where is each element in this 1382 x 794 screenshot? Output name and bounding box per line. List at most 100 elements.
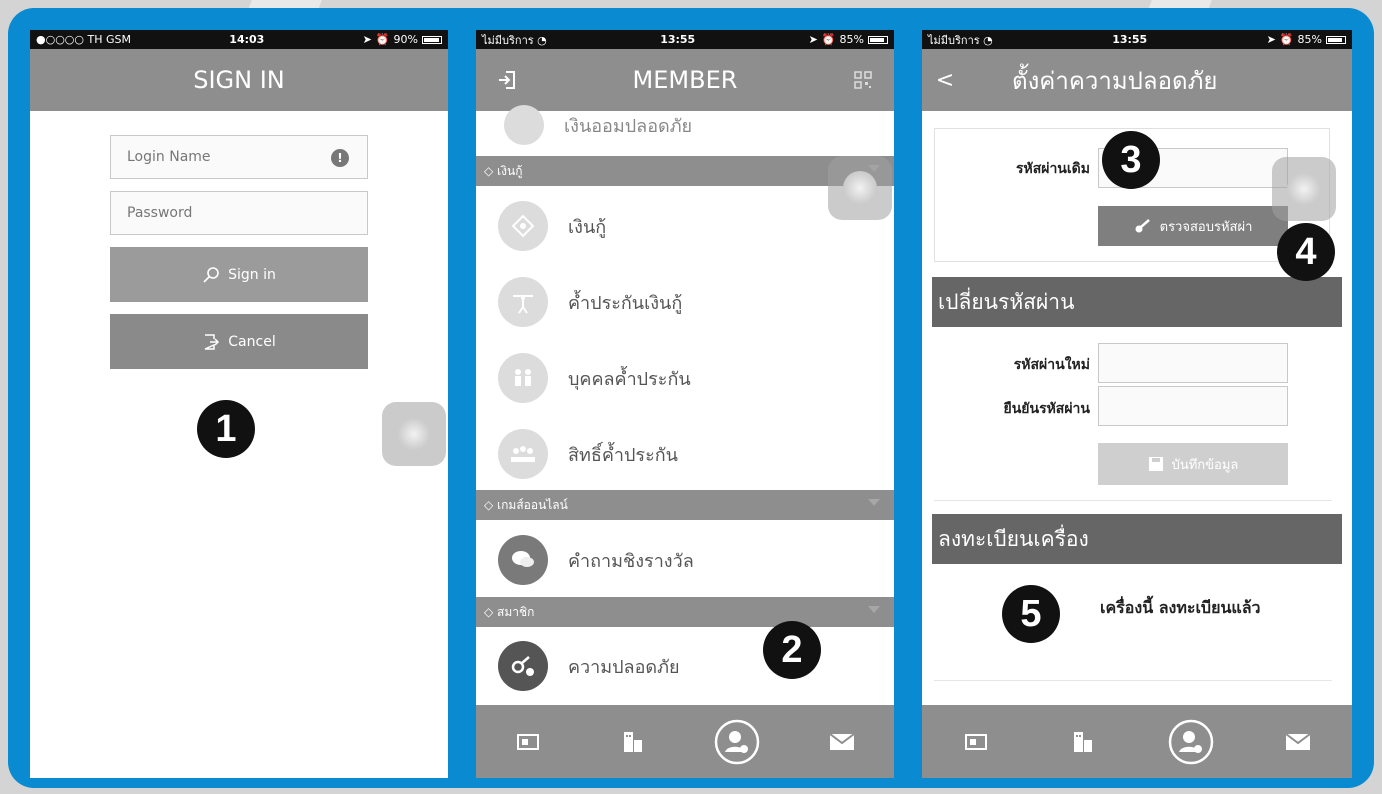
menu-item-label: ความปลอดภัย <box>568 656 680 678</box>
save-button[interactable]: บันทึกข้อมูล <box>1098 443 1288 485</box>
menu-item-savings[interactable]: เงินออมปลอดภัย <box>476 95 894 155</box>
chevron-down-icon <box>868 499 880 506</box>
cancel-button[interactable]: Cancel <box>110 314 368 369</box>
card-icon <box>517 733 540 750</box>
tab-card[interactable] <box>946 712 1006 772</box>
group-icon <box>498 429 548 479</box>
menu-item-loan-guarantee[interactable]: ค้ำประกันเงินกู้ <box>476 264 894 340</box>
sign-in-label: Sign in <box>228 266 276 283</box>
menu-item-label: เงินกู้ <box>568 216 607 238</box>
register-device-title: ลงทะเบียนเครื่อง <box>938 526 1089 551</box>
phone-security-settings: ไม่มีบริการ ◔ 13:55 ➤ ⏰ 85% < ตั้งค่าควา… <box>922 30 1352 778</box>
back-button[interactable]: < <box>930 49 960 111</box>
menu-item-label: เงินออมปลอดภัย <box>564 115 693 137</box>
page-title: ตั้งค่าความปลอดภัย <box>1012 66 1218 95</box>
section-header-games[interactable]: ◇ เกมส์ออนไลน์ <box>476 490 894 520</box>
battery-icon <box>1325 35 1346 44</box>
logout-icon <box>499 71 515 89</box>
search-icon <box>203 266 219 283</box>
clock: 13:55 <box>1112 33 1148 46</box>
nav-bar: SIGN IN <box>30 49 448 111</box>
phone-member: ไม่มีบริการ ◔ 13:55 ➤ ⏰ 85% MEMBER เงินอ… <box>476 30 894 778</box>
menu-item-label: คำถามชิงรางวัล <box>568 550 694 572</box>
location-icon: ➤ <box>808 33 818 46</box>
verify-password-button[interactable]: ตรวจสอบรหัสผ่า <box>1098 206 1288 246</box>
step-badge-4: 4 <box>1277 223 1335 281</box>
tab-profile[interactable] <box>1161 712 1221 772</box>
confirm-password-label: ยืนยันรหัสผ่าน <box>1003 401 1090 417</box>
carrier-text: ไม่มีบริการ ◔ <box>928 33 993 47</box>
cancel-label: Cancel <box>228 333 276 350</box>
battery-percent: 85% <box>839 33 864 46</box>
step-badge-1: 1 <box>197 400 255 458</box>
section-label: ◇ เกมส์ออนไลน์ <box>484 497 568 512</box>
menu-item-label: ค้ำประกันเงินกู้ <box>568 292 683 314</box>
change-password-header: เปลี่ยนรหัสผ่าน <box>932 277 1342 327</box>
menu-item-security[interactable]: ความปลอดภัย <box>476 628 894 704</box>
page-title: SIGN IN <box>193 66 285 94</box>
save-label: บันทึกข้อมูล <box>1171 457 1239 473</box>
weightlifter-icon <box>498 277 548 327</box>
password-field[interactable]: Password <box>110 191 368 235</box>
assistive-touch-button[interactable] <box>828 156 892 220</box>
floppy-disk-icon <box>1148 457 1163 471</box>
step-badge-2: 2 <box>763 621 821 679</box>
password-placeholder: Password <box>127 205 193 221</box>
clock: 14:03 <box>229 33 265 46</box>
info-icon: ! <box>331 149 349 167</box>
old-password-label: รหัสผ่านเดิม <box>1015 161 1090 177</box>
qr-code-icon <box>854 71 872 89</box>
savings-icon <box>504 105 544 145</box>
section-label: ◇ เงินกู้ <box>484 163 523 178</box>
mail-icon <box>829 732 855 750</box>
tab-bar <box>476 705 894 778</box>
register-status-text: เครื่องนี้ ลงทะเบียนแล้ว <box>1100 598 1261 617</box>
menu-item-guarantor[interactable]: บุคคลค้ำประกัน <box>476 340 894 416</box>
tab-card[interactable] <box>498 712 558 772</box>
status-right: ➤ ⏰ 85% <box>1267 33 1346 46</box>
menu-item-guarantee-rights[interactable]: สิทธิ์ค้ำประกัน <box>476 416 894 492</box>
carrier-text: ไม่มีบริการ ◔ <box>482 33 547 47</box>
people-icon <box>498 353 548 403</box>
chevron-down-icon <box>868 606 880 613</box>
chat-bubble-icon <box>498 535 548 585</box>
tab-mail[interactable] <box>1268 712 1328 772</box>
status-bar: ไม่มีบริการ ◔ 13:55 ➤ ⏰ 85% <box>922 30 1352 49</box>
exit-icon <box>204 333 220 350</box>
status-bar: ไม่มีบริการ ◔ 13:55 ➤ ⏰ 85% <box>476 30 894 49</box>
menu-item-label: บุคคลค้ำประกัน <box>568 368 691 390</box>
nav-bar: < ตั้งค่าความปลอดภัย <box>922 49 1352 111</box>
sign-in-button[interactable]: Sign in <box>110 247 368 302</box>
card-icon <box>964 733 987 750</box>
menu-item-quiz[interactable]: คำถามชิงรางวัล <box>476 522 894 598</box>
section-header-member[interactable]: ◇ สมาชิก <box>476 597 894 627</box>
assistive-touch-button[interactable] <box>1272 157 1336 221</box>
assistive-touch-button[interactable] <box>382 402 446 466</box>
status-bar: ●○○○○ TH GSM 14:03 ➤ ⏰ 90% <box>30 30 448 49</box>
status-right: ➤ ⏰ 90% <box>363 33 442 46</box>
loan-icon <box>498 201 548 251</box>
confirm-password-field[interactable] <box>1098 386 1288 426</box>
profile-icon <box>715 719 760 764</box>
divider <box>934 680 1332 681</box>
tab-bar <box>922 705 1352 778</box>
building-icon <box>1074 731 1093 752</box>
alarm-icon: ⏰ <box>375 33 390 46</box>
phone-sign-in: ●○○○○ TH GSM 14:03 ➤ ⏰ 90% SIGN IN Login… <box>30 30 448 778</box>
tab-building[interactable] <box>1053 712 1113 772</box>
tab-mail[interactable] <box>812 712 872 772</box>
profile-icon <box>1168 719 1213 764</box>
battery-percent: 90% <box>393 33 418 46</box>
tab-building[interactable] <box>603 712 663 772</box>
alarm-icon: ⏰ <box>1279 33 1294 46</box>
step-badge-5: 5 <box>1002 585 1060 643</box>
tab-profile[interactable] <box>707 712 767 772</box>
section-label: ◇ สมาชิก <box>484 604 535 619</box>
new-password-field[interactable] <box>1098 343 1288 383</box>
divider <box>934 500 1332 501</box>
menu-item-label: สิทธิ์ค้ำประกัน <box>568 444 678 466</box>
battery-icon <box>867 35 888 44</box>
clock: 13:55 <box>660 33 696 46</box>
login-name-field[interactable]: Login Name ! <box>110 135 368 179</box>
change-password-title: เปลี่ยนรหัสผ่าน <box>938 289 1075 314</box>
